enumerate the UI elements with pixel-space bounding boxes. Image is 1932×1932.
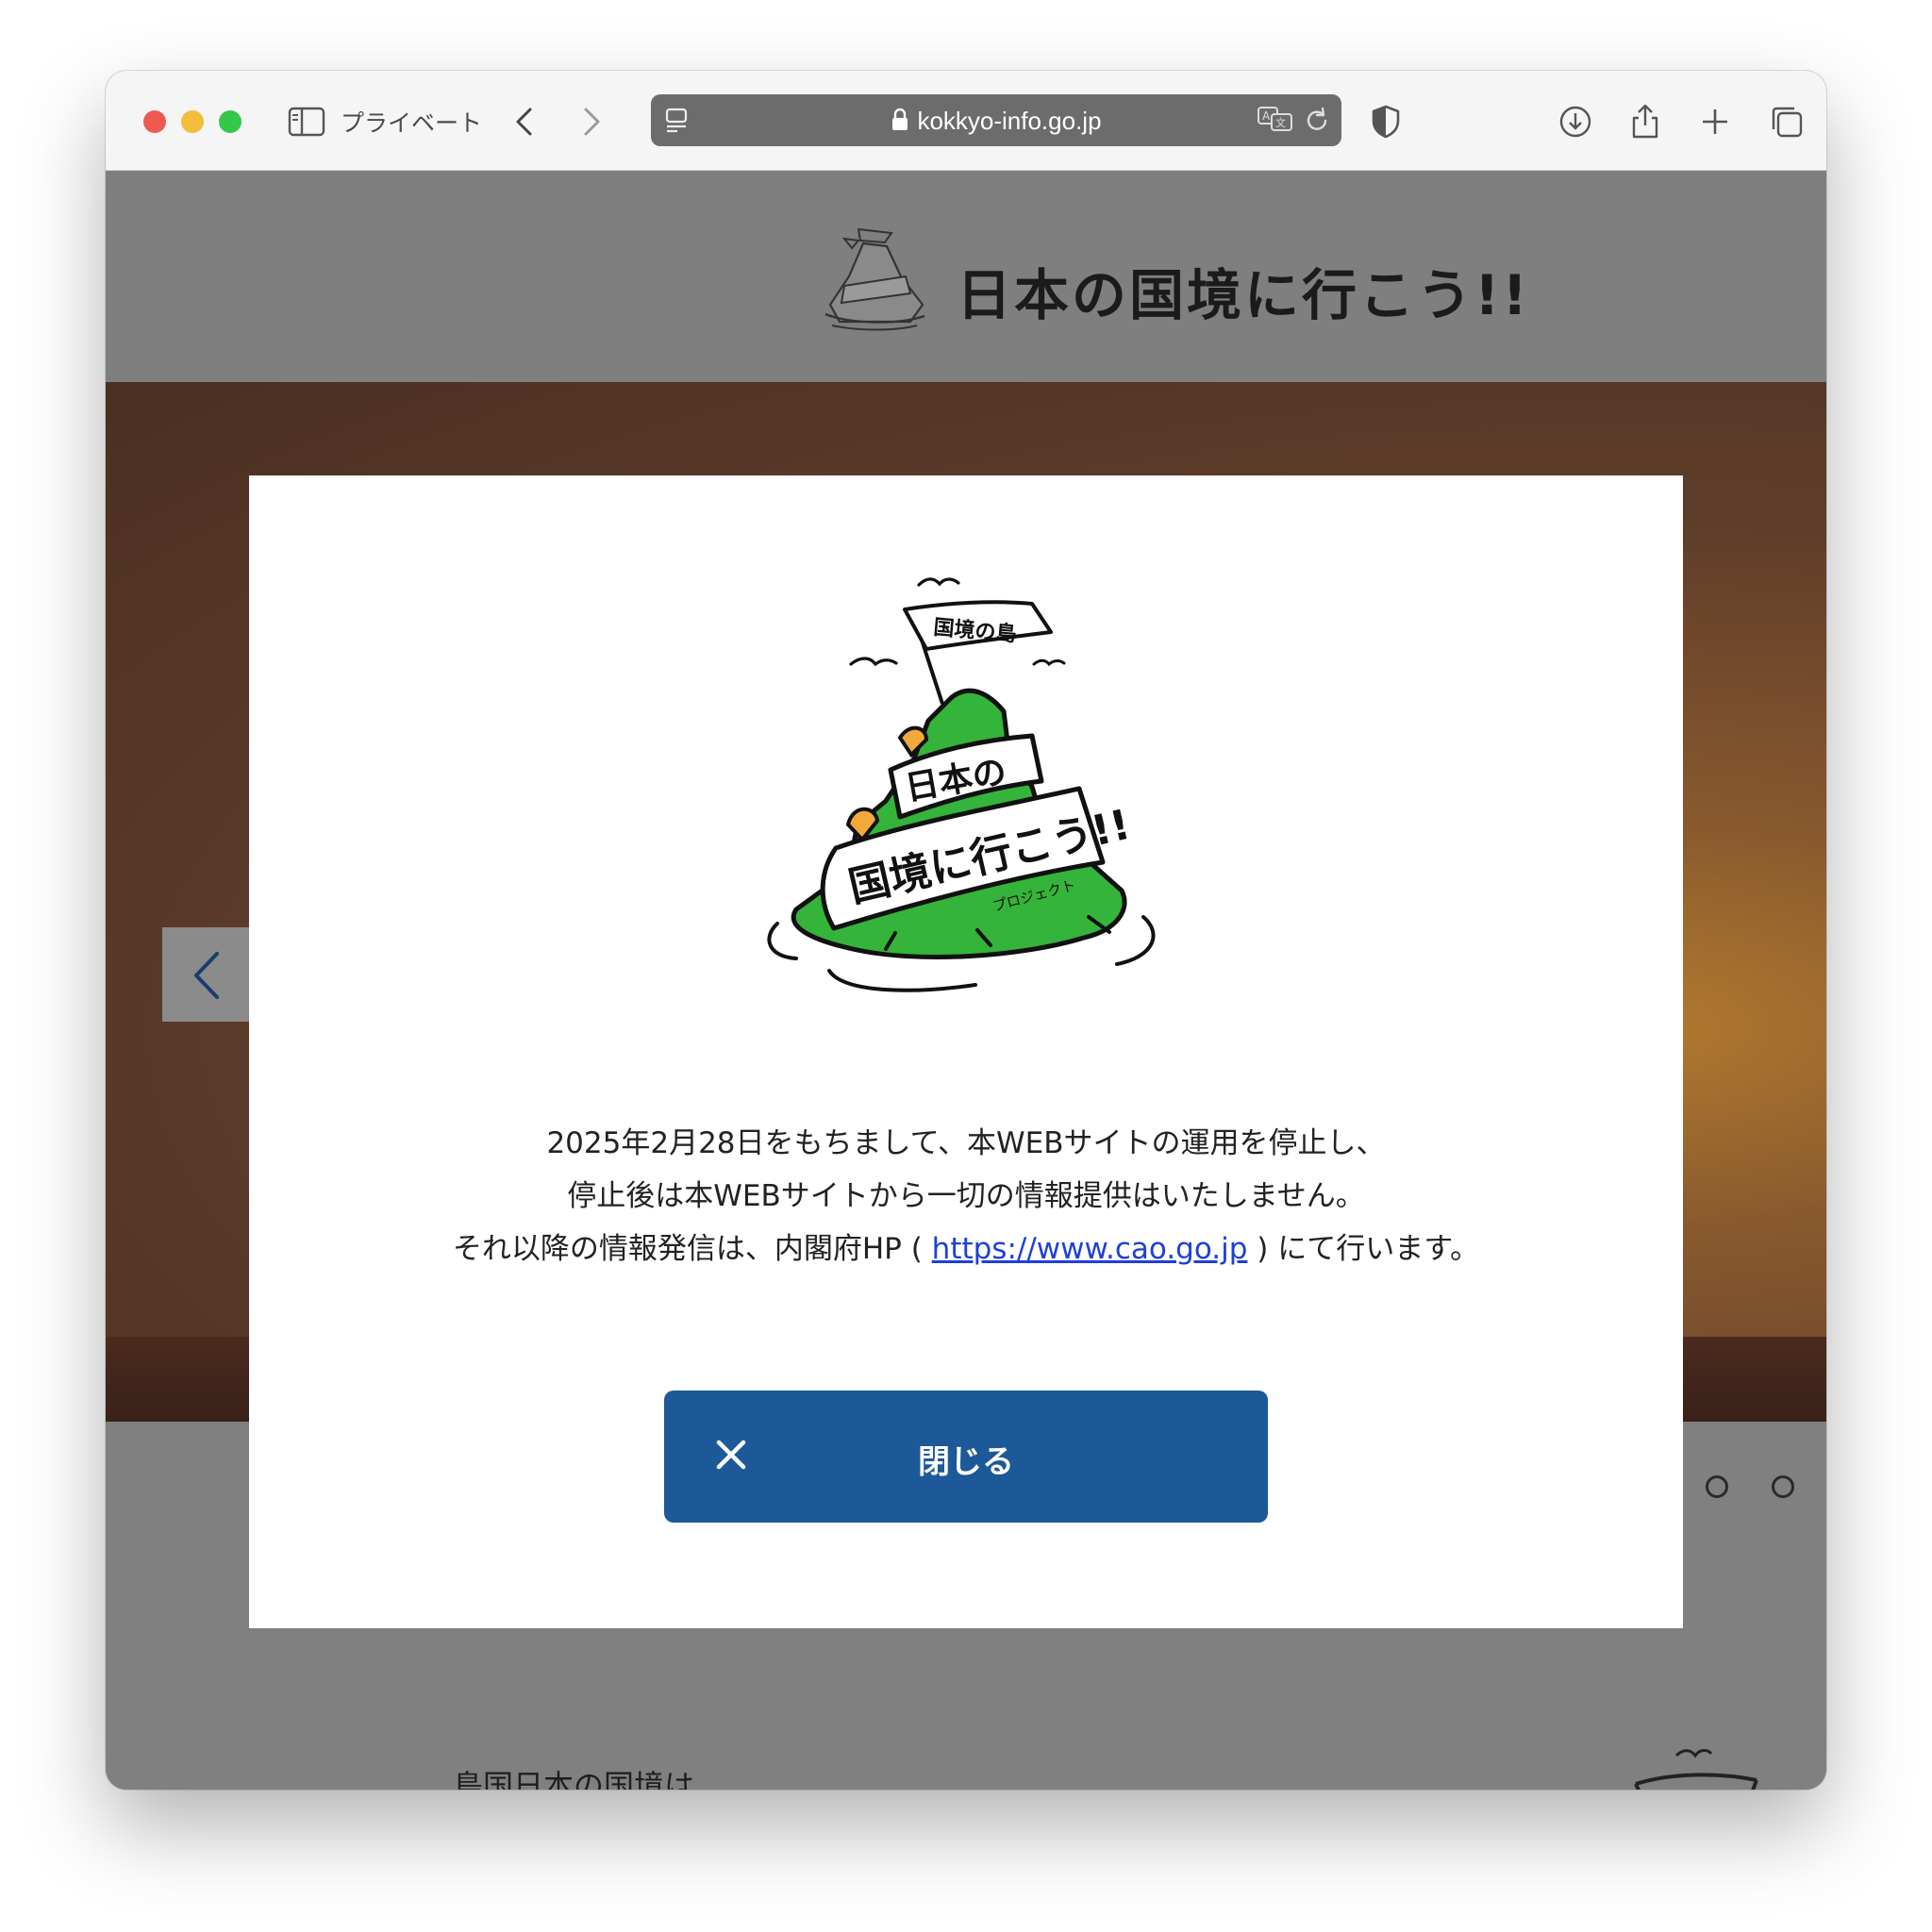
browser-window: プライベート kokkyo-info.go.jp A 文 日本の国境に行こう!!… bbox=[106, 71, 1826, 1790]
close-button[interactable]: 閉じる bbox=[664, 1391, 1268, 1523]
back-chevron-icon[interactable] bbox=[507, 103, 544, 141]
message-line-3-suffix: ) にて行います。 bbox=[1247, 1232, 1480, 1266]
close-window-button[interactable] bbox=[143, 110, 166, 133]
project-logo-icon: 国境の島 日本の 国境に行こう!! プロジェクト bbox=[767, 577, 1156, 992]
private-browsing-label: プライベート bbox=[341, 109, 483, 137]
svg-text:文: 文 bbox=[1275, 116, 1286, 129]
forward-chevron-icon[interactable] bbox=[573, 103, 610, 141]
carousel-dot[interactable] bbox=[1772, 1475, 1794, 1498]
notice-modal: 国境の島 日本の 国境に行こう!! プロジェクト 2025年2月28日をもちまし… bbox=[249, 475, 1683, 1628]
notice-message: 2025年2月28日をもちまして、本WEBサイトの運用を停止し、 停止後は本WE… bbox=[249, 1117, 1683, 1275]
privacy-shield-icon[interactable] bbox=[1367, 103, 1405, 141]
boat-illustration-icon bbox=[1634, 1749, 1758, 1790]
chevron-left-icon bbox=[194, 952, 219, 999]
address-bar[interactable]: kokkyo-info.go.jp A 文 bbox=[651, 94, 1341, 146]
url-text: kokkyo-info.go.jp bbox=[917, 107, 1102, 135]
message-line-2: 停止後は本WEBサイトから一切の情報提供はいたしません。 bbox=[567, 1179, 1365, 1213]
new-tab-icon[interactable] bbox=[1696, 103, 1734, 141]
translate-icon[interactable]: A 文 bbox=[1257, 104, 1294, 136]
site-logo-icon bbox=[824, 227, 925, 331]
browser-toolbar: プライベート kokkyo-info.go.jp A 文 bbox=[106, 71, 1826, 171]
download-icon[interactable] bbox=[1557, 103, 1594, 141]
intro-heading: 島国日本の国境は bbox=[453, 1768, 695, 1790]
sidebar-icon[interactable] bbox=[288, 103, 325, 141]
minimize-window-button[interactable] bbox=[181, 110, 204, 133]
site-header: 日本の国境に行こう!! bbox=[106, 171, 1826, 382]
zoom-window-button[interactable] bbox=[219, 110, 242, 133]
tab-overview-icon[interactable] bbox=[1768, 103, 1806, 141]
site-title: 日本の国境に行こう!! bbox=[957, 263, 1530, 327]
lock-icon bbox=[892, 108, 908, 130]
cao-link[interactable]: https://www.cao.go.jp bbox=[932, 1232, 1248, 1266]
share-icon[interactable] bbox=[1626, 103, 1664, 141]
message-line-3: それ以降の情報発信は、内閣府HP ( https://www.cao.go.jp… bbox=[249, 1223, 1683, 1275]
close-button-label: 閉じる bbox=[918, 1443, 1014, 1481]
carousel-dot[interactable] bbox=[1706, 1475, 1728, 1498]
message-line-3-prefix: それ以降の情報発信は、内閣府HP ( bbox=[452, 1232, 932, 1266]
message-line-1: 2025年2月28日をもちまして、本WEBサイトの運用を停止し、 bbox=[546, 1126, 1386, 1160]
reload-icon[interactable] bbox=[1302, 106, 1332, 136]
address-bar-content: kokkyo-info.go.jp bbox=[651, 107, 1341, 136]
svg-text:A: A bbox=[1262, 109, 1271, 123]
web-page: 日本の国境に行こう!! 島国日本の国境は 国境の島 日本の 国境に行こう!! プ… bbox=[106, 171, 1826, 1790]
carousel-prev-button[interactable] bbox=[162, 927, 249, 1022]
